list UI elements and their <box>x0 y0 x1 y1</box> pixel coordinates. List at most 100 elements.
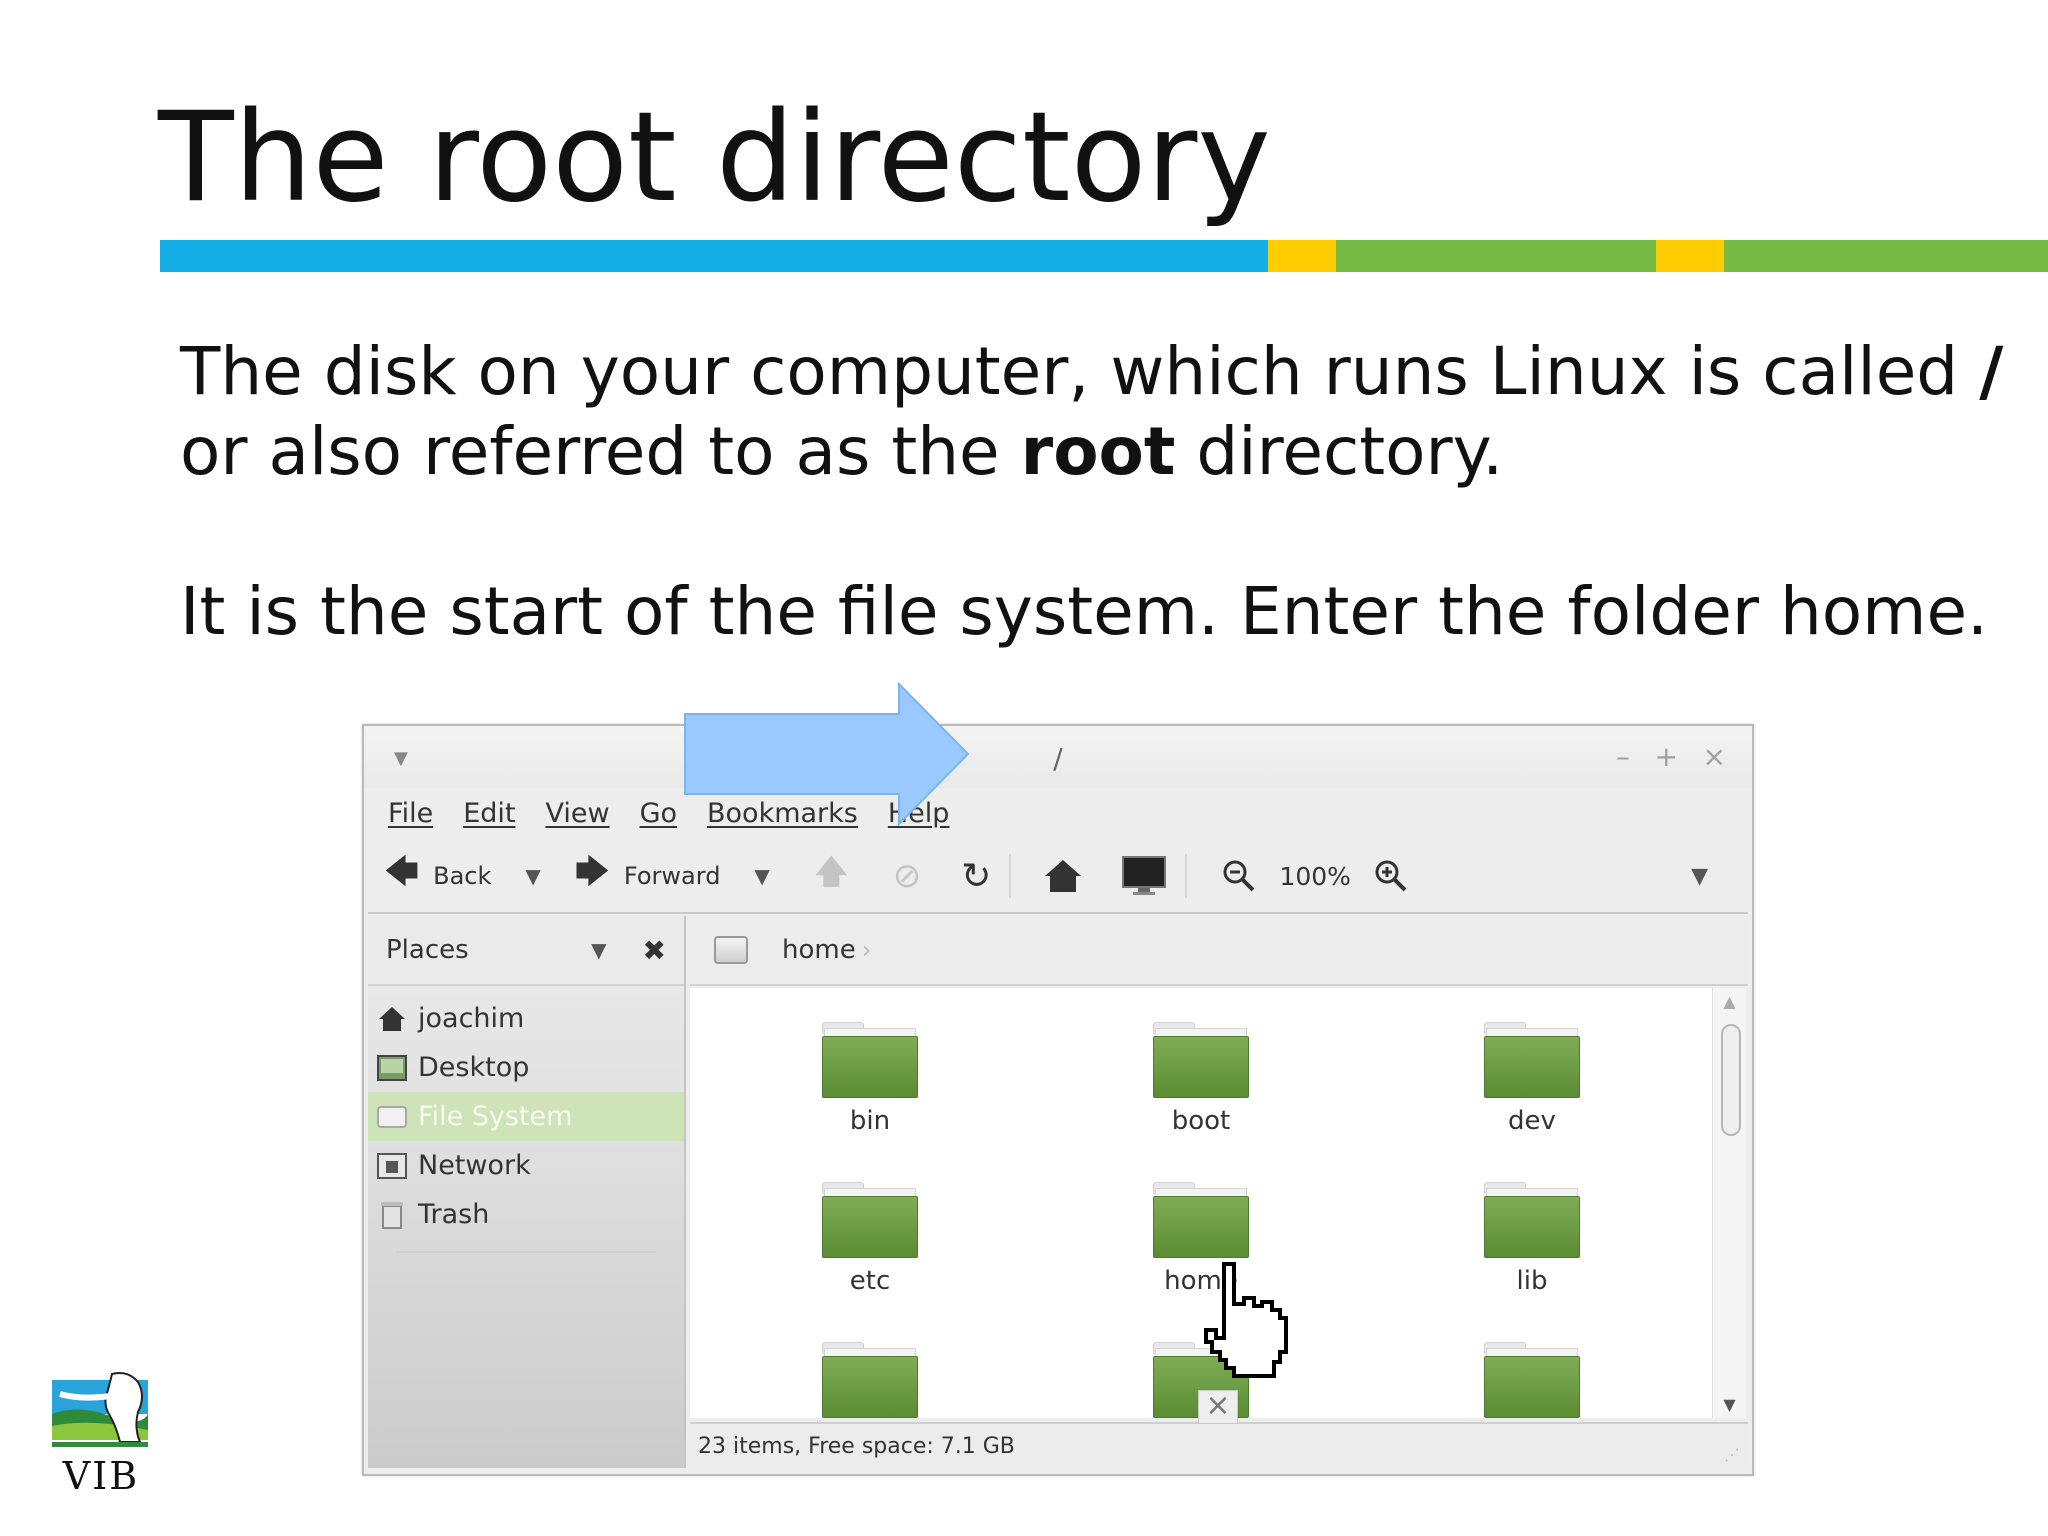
intro-line-2-prefix: or also referred to as the <box>180 413 1021 490</box>
places-dropdown-icon[interactable]: ▼ <box>591 938 606 962</box>
color-bar-blue <box>160 240 1268 272</box>
status-bar: 23 items, Free space: 7.1 GB ⋰ <box>690 1422 1748 1468</box>
vib-logo-text: VIB <box>62 1454 140 1498</box>
zoom-out-icon[interactable] <box>1221 858 1257 894</box>
stop-icon[interactable]: ⊘ <box>893 856 922 896</box>
toolbar: 🡄 Back ▼ 🡆 Forward ▼ 🡅 ⊘ ↻ 100% ▼ <box>382 844 1734 908</box>
maximize-icon[interactable]: + <box>1655 740 1678 773</box>
reload-icon[interactable]: ↻ <box>961 856 991 897</box>
breadcrumb-chevron-icon: › <box>861 936 872 964</box>
sidebar-item-label: File System <box>418 1101 573 1132</box>
folder-icon <box>1484 1182 1580 1258</box>
folder-boot[interactable]: boot <box>1101 1022 1301 1136</box>
folder-partial[interactable] <box>1432 1342 1632 1418</box>
intro-line-2-suffix: directory. <box>1175 413 1504 490</box>
title-color-bar <box>160 240 2048 272</box>
back-history-dropdown-icon[interactable]: ▼ <box>525 864 540 888</box>
menu-file[interactable]: File <box>388 798 433 829</box>
forward-arrow-icon: 🡆 <box>574 851 610 892</box>
folder-icon <box>1153 1182 1249 1258</box>
vib-emblem-icon <box>50 1372 150 1456</box>
scroll-up-icon[interactable]: ▲ <box>1713 992 1746 1011</box>
folder-label: boot <box>1171 1106 1231 1136</box>
places-list: joachim Desktop File System Network Tras… <box>368 986 684 1253</box>
zoom-level: 100% <box>1279 861 1351 891</box>
sidebar-item-file-system[interactable]: File System <box>368 1092 684 1141</box>
back-label: Back <box>433 862 492 890</box>
resize-grip-icon[interactable]: ⋰ <box>1724 1445 1740 1464</box>
sidebar-item-label: Network <box>418 1150 531 1181</box>
annotation-arrow-icon <box>684 682 970 826</box>
color-bar-yellow-2 <box>1656 240 1724 272</box>
folder-icon <box>822 1182 918 1258</box>
sidebar-item-label: Desktop <box>418 1052 530 1083</box>
folder-icon <box>1153 1022 1249 1098</box>
window-title: / <box>1053 742 1063 775</box>
desktop-icon <box>376 1054 408 1082</box>
places-header: Places ▼ ✖ <box>368 916 684 986</box>
close-badge-icon[interactable]: × <box>1198 1390 1238 1424</box>
intro-line-2: or also referred to as the root director… <box>180 412 2003 492</box>
folder-bin[interactable]: bin <box>770 1022 970 1136</box>
window-titlebar: ▼ / – + × <box>364 726 1752 788</box>
folder-icon <box>822 1342 918 1418</box>
sidebar-item-trash[interactable]: Trash <box>368 1190 684 1239</box>
toolbar-separator-2 <box>1185 854 1188 898</box>
sidebar-item-joachim[interactable]: joachim <box>368 994 684 1043</box>
file-manager-window: ▼ / – + × File Edit View Go Bookmarks He… <box>362 724 1754 1476</box>
places-sidebar: Places ▼ ✖ joachim Desktop File System N… <box>368 916 686 1468</box>
sidebar-item-label: Trash <box>418 1199 490 1230</box>
drive-icon <box>376 1103 408 1131</box>
color-bar-green-1 <box>1336 240 1656 272</box>
slide-title: The root directory <box>158 86 1271 230</box>
forward-label: Forward <box>623 862 721 890</box>
forward-button[interactable]: 🡆 Forward <box>575 848 721 905</box>
folder-lib[interactable]: lib <box>1432 1182 1632 1296</box>
folder-label: lib <box>1516 1266 1548 1296</box>
places-label: Places <box>386 935 469 965</box>
folder-icon <box>1484 1342 1580 1418</box>
folder-icon <box>822 1022 918 1098</box>
sidebar-item-network[interactable]: Network <box>368 1141 684 1190</box>
network-icon <box>376 1152 408 1180</box>
sidebar-item-label: joachim <box>418 1003 525 1034</box>
home-icon[interactable] <box>1043 858 1083 894</box>
scroll-down-icon[interactable]: ▼ <box>1713 1395 1746 1414</box>
trash-icon <box>376 1201 408 1229</box>
up-arrow-icon[interactable]: 🡅 <box>814 848 849 905</box>
menu-edit[interactable]: Edit <box>463 798 515 829</box>
instruction-paragraph: It is the start of the file system. Ente… <box>180 573 1989 650</box>
sidebar-item-desktop[interactable]: Desktop <box>368 1043 684 1092</box>
minimize-icon[interactable]: – <box>1616 740 1630 773</box>
vertical-scrollbar[interactable]: ▲ ▼ <box>1712 988 1746 1418</box>
root-slash: / <box>1979 333 2004 410</box>
folder-label: bin <box>849 1106 891 1136</box>
forward-history-dropdown-icon[interactable]: ▼ <box>754 864 769 888</box>
folder-dev[interactable]: dev <box>1432 1022 1632 1136</box>
folder-partial[interactable] <box>770 1342 970 1418</box>
status-text: 23 items, Free space: 7.1 GB <box>698 1433 1015 1459</box>
menu-view[interactable]: View <box>545 798 609 829</box>
intro-line-1-text: The disk on your computer, which runs Li… <box>180 333 1980 410</box>
home-icon <box>376 1005 408 1033</box>
computer-icon[interactable] <box>1121 855 1167 897</box>
color-bar-green-2 <box>1724 240 2048 272</box>
zoom-in-icon[interactable] <box>1373 858 1409 894</box>
breadcrumb-home[interactable]: home <box>782 935 856 965</box>
toolbar-separator-1 <box>1009 854 1012 898</box>
back-button[interactable]: 🡄 Back <box>384 848 491 905</box>
folder-icon <box>1484 1022 1580 1098</box>
intro-paragraph: The disk on your computer, which runs Li… <box>180 332 2003 492</box>
intro-line-1: The disk on your computer, which runs Li… <box>180 332 2003 412</box>
drive-icon[interactable] <box>714 936 748 964</box>
folder-label: etc <box>849 1266 891 1296</box>
close-sidebar-icon[interactable]: ✖ <box>643 934 666 967</box>
hand-cursor-icon <box>1204 1262 1288 1378</box>
scrollbar-thumb[interactable] <box>1721 1024 1741 1136</box>
close-icon[interactable]: × <box>1703 740 1726 773</box>
root-word: root <box>1020 413 1176 490</box>
toolbar-overflow-icon[interactable]: ▼ <box>1691 864 1708 889</box>
vib-logo: VIB <box>46 1370 156 1498</box>
folder-etc[interactable]: etc <box>770 1182 970 1296</box>
menu-go[interactable]: Go <box>640 798 677 829</box>
